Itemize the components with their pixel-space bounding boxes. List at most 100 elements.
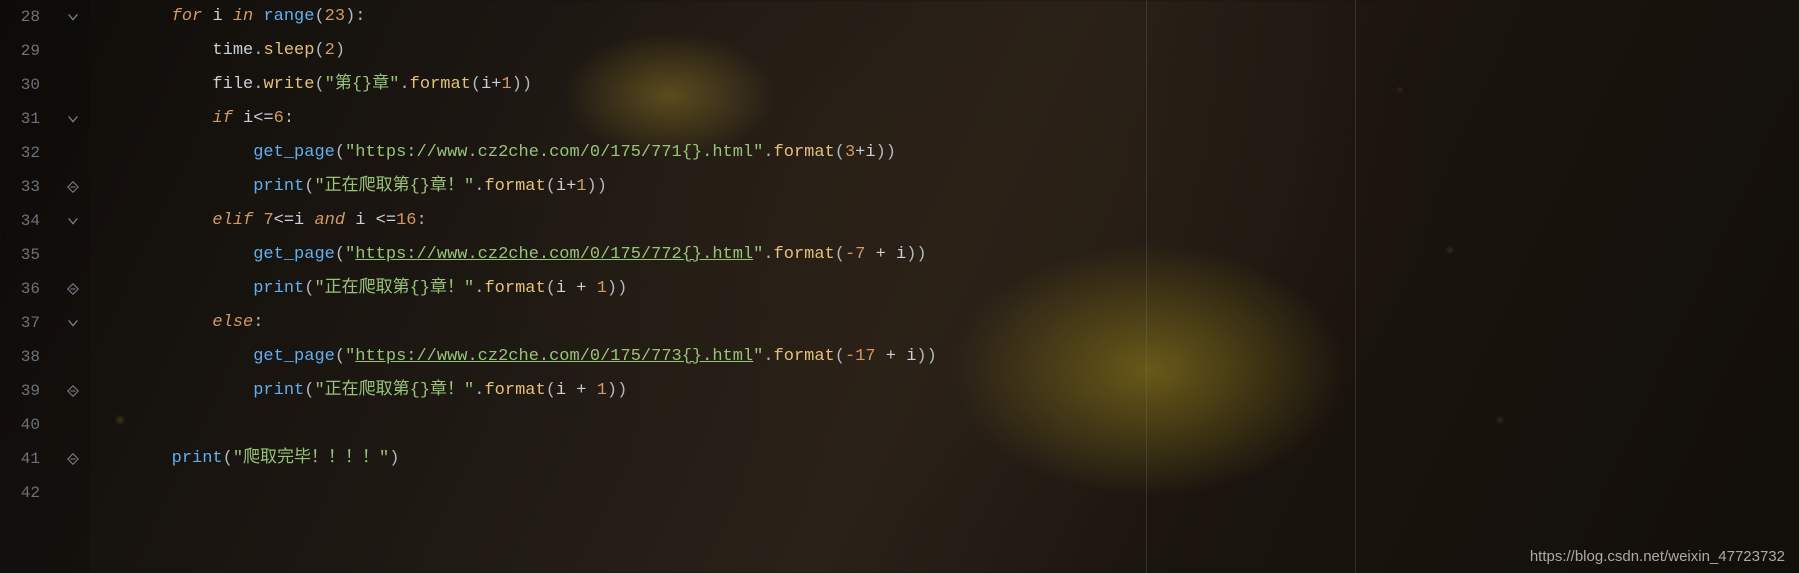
fold-gutter-row — [50, 408, 90, 442]
code-token: -7 — [845, 245, 865, 264]
code-token: 1 — [597, 381, 607, 400]
code-token: format — [484, 279, 545, 298]
code-token: get_page — [253, 245, 335, 264]
line-number: 31 — [0, 102, 40, 136]
line-number: 38 — [0, 340, 40, 374]
code-token: i — [556, 177, 566, 196]
code-token: format — [410, 75, 471, 94]
fold-end-icon — [66, 180, 80, 194]
code-token: "爬取完毕！！！！" — [233, 449, 389, 468]
code-token: 23 — [325, 7, 345, 26]
code-token: <= — [365, 211, 396, 230]
fold-gutter-row — [50, 34, 90, 68]
code-token: <= — [253, 109, 273, 128]
code-token: ) — [335, 41, 345, 60]
watermark-text: https://blog.csdn.net/weixin_47723732 — [1530, 548, 1785, 565]
code-token: ( — [471, 75, 481, 94]
code-line[interactable]: print("正在爬取第{}章！".format(i+1)) — [90, 170, 1799, 204]
code-token: i — [355, 211, 365, 230]
code-token: 16 — [396, 211, 416, 230]
fold-gutter-row — [50, 340, 90, 374]
code-token: file — [212, 75, 253, 94]
code-token: if — [212, 109, 232, 128]
code-token: . — [763, 245, 773, 264]
code-token: )) — [607, 381, 627, 400]
code-token: and — [314, 211, 345, 230]
code-line[interactable]: print("正在爬取第{}章！".format(i + 1)) — [90, 272, 1799, 306]
code-line[interactable]: elif 7<=i and i <=16: — [90, 204, 1799, 238]
code-token: elif — [212, 211, 253, 230]
code-line[interactable]: time.sleep(2) — [90, 34, 1799, 68]
code-line[interactable]: for i in range(23): — [90, 0, 1799, 34]
code-token: ( — [304, 279, 314, 298]
code-token: "https://www.cz2che.com/0/175/771{}.html… — [345, 143, 763, 162]
code-token: ( — [223, 449, 233, 468]
code-token: " — [345, 347, 355, 366]
code-token: : — [284, 109, 294, 128]
fold-collapse-icon[interactable] — [66, 316, 80, 330]
code-token: in — [233, 7, 253, 26]
code-line[interactable]: get_page("https://www.cz2che.com/0/175/7… — [90, 136, 1799, 170]
code-token: + — [855, 143, 865, 162]
code-token: )) — [916, 347, 936, 366]
code-line[interactable]: file.write("第{}章".format(i+1)) — [90, 68, 1799, 102]
code-line[interactable]: get_page ( "https://www.cz2che.com/0/175/7… — [90, 340, 1799, 374]
fold-gutter — [50, 0, 90, 573]
code-token: 3 — [845, 143, 855, 162]
code-area[interactable]: for i in range(23): time.sleep(2) file.w… — [90, 0, 1799, 573]
code-token: format — [774, 245, 835, 264]
line-number: 41 — [0, 442, 40, 476]
code-token: )) — [587, 177, 607, 196]
code-token — [253, 211, 263, 230]
code-token: ) — [389, 449, 399, 468]
code-token: . — [399, 75, 409, 94]
code-token: get_page — [253, 347, 335, 366]
code-token — [233, 109, 243, 128]
code-token: )) — [607, 279, 627, 298]
code-line[interactable] — [90, 476, 1799, 510]
code-token: : — [253, 313, 263, 332]
code-line[interactable] — [90, 408, 1799, 442]
code-token: . — [253, 41, 263, 60]
code-token — [202, 7, 212, 26]
code-token: )) — [876, 143, 896, 162]
code-token: : — [416, 211, 426, 230]
code-token: 7 — [263, 211, 273, 230]
code-line[interactable]: get_page("https://www.cz2che.com/0/175/7… — [90, 238, 1799, 272]
code-line[interactable]: print("正在爬取第{}章！".format(i + 1)) — [90, 374, 1799, 408]
code-line[interactable]: else: — [90, 306, 1799, 340]
fold-gutter-row — [50, 136, 90, 170]
code-token — [253, 7, 263, 26]
code-token: ( — [835, 347, 845, 366]
fold-collapse-icon[interactable] — [66, 214, 80, 228]
line-number: 30 — [0, 68, 40, 102]
fold-gutter-row — [50, 68, 90, 102]
code-token: ( — [835, 245, 845, 264]
code-token: + — [566, 279, 597, 298]
fold-end-icon — [66, 384, 80, 398]
fold-collapse-icon[interactable] — [66, 112, 80, 126]
code-line[interactable]: if i<=6: — [90, 102, 1799, 136]
code-token: ( — [314, 75, 324, 94]
vertical-guide — [1146, 0, 1147, 573]
code-token — [304, 211, 314, 230]
code-token: + — [566, 381, 597, 400]
code-token — [223, 7, 233, 26]
code-token: print — [253, 177, 304, 196]
code-token: i — [294, 211, 304, 230]
code-token: i — [556, 381, 566, 400]
code-token: ) — [345, 7, 355, 26]
fold-gutter-row — [50, 238, 90, 272]
code-token: ( — [546, 177, 556, 196]
code-line[interactable]: print("爬取完毕！！！！") — [90, 442, 1799, 476]
code-token: https://www.cz2che.com/0/175/773{}.html — [355, 347, 753, 366]
code-token: for — [172, 7, 203, 26]
code-editor[interactable]: 282930313233343536373839404142 for i in … — [0, 0, 1799, 573]
code-token: . — [474, 279, 484, 298]
line-number: 39 — [0, 374, 40, 408]
fold-collapse-icon[interactable] — [66, 10, 80, 24]
code-token: i — [212, 7, 222, 26]
line-number-gutter: 282930313233343536373839404142 — [0, 0, 50, 573]
code-token: i — [481, 75, 491, 94]
code-token: print — [172, 449, 223, 468]
